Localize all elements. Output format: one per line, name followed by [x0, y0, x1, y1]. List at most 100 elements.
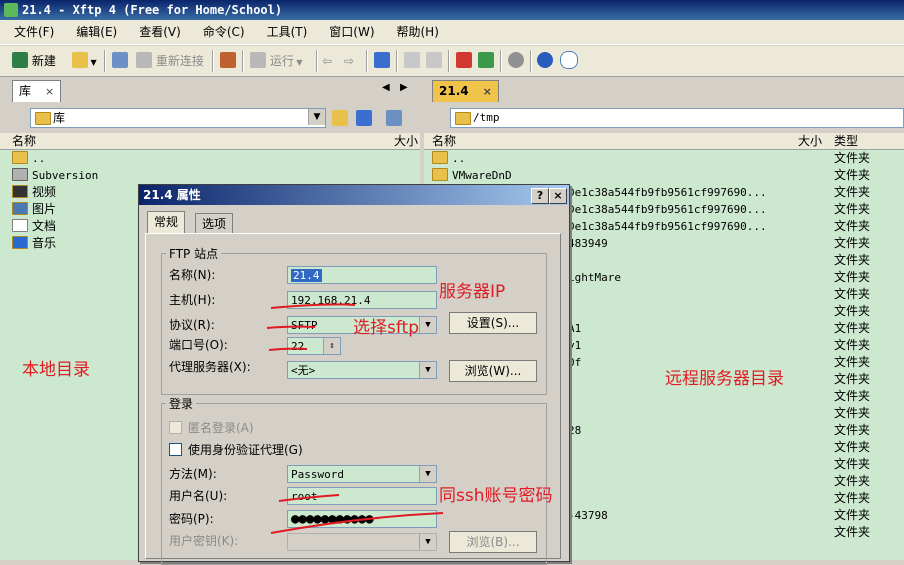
- local-path-input[interactable]: 库 ▼: [30, 108, 326, 128]
- col-size[interactable]: 大小: [798, 133, 822, 149]
- list-item[interactable]: De1c38a544fb9fb9561cf997690...: [568, 218, 767, 235]
- folder-icon: [12, 151, 28, 164]
- tab-library[interactable]: 库 ×: [12, 80, 62, 102]
- host-field[interactable]: 192.168.21.4: [287, 291, 437, 309]
- method-select[interactable]: Password ▼: [287, 465, 437, 483]
- user-key-select[interactable]: ▼: [287, 533, 437, 551]
- sync-arrows-icon: [374, 52, 390, 68]
- menu-help[interactable]: 帮助(H): [389, 20, 447, 44]
- menu-file[interactable]: 文件(F): [6, 20, 62, 44]
- list-item[interactable]: 视频: [12, 184, 56, 201]
- list-item[interactable]: De1c38a544fb9fb9561cf997690...: [568, 184, 767, 201]
- new-button-label: 新建: [31, 54, 56, 68]
- chevron-down-icon: ▼: [419, 534, 436, 550]
- tree-toggle-icon[interactable]: [430, 110, 446, 126]
- port-field[interactable]: 22 ⇕: [287, 337, 341, 355]
- type-cell: 文件夹: [834, 372, 871, 386]
- list-item[interactable]: 音乐: [12, 235, 56, 252]
- close-icon[interactable]: ×: [483, 85, 492, 98]
- col-name[interactable]: 名称: [12, 133, 36, 149]
- username-field[interactable]: root: [287, 487, 437, 505]
- window-title: 21.4 - Xftp 4 (Free for Home/School): [22, 3, 283, 17]
- type-cell: 文件夹: [834, 338, 871, 352]
- tab-options[interactable]: 选项: [195, 213, 234, 234]
- chevron-down-icon[interactable]: ▼: [308, 109, 325, 125]
- tab-remote-session[interactable]: 21.4 ×: [432, 80, 499, 102]
- run-button[interactable]: 运行 ▼: [250, 51, 303, 71]
- list-item[interactable]: ightMare: [568, 269, 621, 286]
- remote-path-input[interactable]: /tmp: [450, 108, 904, 128]
- document-icon: [12, 219, 28, 232]
- spin-arrows-icon[interactable]: ⇕: [323, 338, 340, 354]
- open-button[interactable]: ▼: [72, 51, 97, 71]
- app-icon: [4, 3, 18, 17]
- settings-button[interactable]: 设置(S)...: [449, 312, 537, 334]
- refresh-icon[interactable]: [356, 110, 372, 126]
- properties-button[interactable]: [220, 51, 236, 71]
- type-cell: 文件夹: [834, 508, 871, 522]
- auth-agent-checkbox[interactable]: 使用身份验证代理(G): [169, 441, 303, 459]
- back-button[interactable]: ⇦: [322, 51, 332, 71]
- type-cell: 文件夹: [834, 474, 871, 488]
- sync-button[interactable]: [374, 51, 390, 71]
- forward-button[interactable]: ⇨: [344, 51, 354, 71]
- list-item[interactable]: 图片: [12, 201, 56, 218]
- list-item[interactable]: De1c38a544fb9fb9561cf997690...: [568, 201, 767, 218]
- list-item[interactable]: Subversion: [12, 167, 98, 184]
- list-item[interactable]: ..: [432, 150, 465, 167]
- proxy-browse-button[interactable]: 浏览(W)...: [449, 360, 537, 382]
- name-field[interactable]: 21.4: [287, 266, 437, 284]
- menu-window[interactable]: 窗口(W): [321, 20, 382, 44]
- host-label: 主机(H):: [169, 293, 216, 307]
- settings-button[interactable]: [508, 51, 524, 71]
- chat-button[interactable]: [560, 51, 578, 71]
- copy-button[interactable]: [404, 51, 420, 71]
- user-key-label: 用户密钥(K):: [169, 534, 239, 548]
- remote-path-text: /tmp: [473, 111, 500, 124]
- col-size[interactable]: 大小: [394, 133, 418, 149]
- user-key-browse-button[interactable]: 浏览(B)...: [449, 531, 537, 553]
- menu-view[interactable]: 查看(V): [131, 20, 189, 44]
- menu-edit[interactable]: 编辑(E): [68, 20, 125, 44]
- close-icon[interactable]: ×: [549, 188, 567, 204]
- help-button[interactable]: [537, 51, 553, 71]
- list-item[interactable]: 文档: [12, 218, 56, 235]
- connect-button[interactable]: [112, 51, 128, 71]
- list-item[interactable]: -43798: [568, 507, 608, 524]
- folder-icon: [455, 112, 471, 125]
- menu-tools[interactable]: 工具(T): [259, 20, 316, 44]
- reconnect-button[interactable]: 重新连接: [136, 51, 204, 71]
- dialog-title: 21.4 属性: [139, 185, 569, 205]
- arrow-right-icon: ⇨: [344, 54, 355, 68]
- type-cell: 文件夹: [834, 185, 871, 199]
- proxy-select[interactable]: <无> ▼: [287, 361, 437, 379]
- properties-dialog: 21.4 属性 ? × 常规 选项 FTP 站点 名称(N): 21.4 主机(…: [138, 184, 570, 565]
- list-item[interactable]: VMwareDnD: [432, 167, 512, 184]
- list-item[interactable]: 483949: [568, 235, 608, 252]
- tree-toggle-icon[interactable]: [8, 110, 24, 126]
- help-icon[interactable]: ?: [531, 188, 549, 204]
- menu-command[interactable]: 命令(C): [195, 20, 253, 44]
- properties-icon: [220, 52, 236, 68]
- xshell-button[interactable]: [456, 51, 472, 71]
- anonymous-checkbox[interactable]: 匿名登录(A): [169, 419, 254, 437]
- list-item[interactable]: ..: [12, 150, 45, 167]
- close-icon[interactable]: ×: [45, 85, 54, 98]
- music-icon: [12, 236, 28, 249]
- col-name[interactable]: 名称: [432, 133, 456, 149]
- proxy-label: 代理服务器(X):: [169, 360, 251, 374]
- type-cell: 文件夹: [834, 202, 871, 216]
- tab-scroll-left-icon[interactable]: ◀: [382, 82, 390, 93]
- folder-up-icon[interactable]: [332, 110, 348, 126]
- new-button[interactable]: 新建: [12, 51, 56, 71]
- paste-button[interactable]: [426, 51, 442, 71]
- password-field[interactable]: ●●●●●●●●●●●: [287, 510, 437, 528]
- arrow-left-icon: ⇦: [322, 54, 333, 68]
- tab-scroll-right-icon[interactable]: ▶: [400, 82, 408, 93]
- view-mode-icon[interactable]: [386, 110, 402, 126]
- reconnect-icon: [136, 52, 152, 68]
- col-type[interactable]: 类型: [834, 133, 858, 149]
- xftp-button[interactable]: [478, 51, 494, 71]
- type-cell: 文件夹: [834, 440, 871, 454]
- tab-general[interactable]: 常规: [147, 211, 186, 234]
